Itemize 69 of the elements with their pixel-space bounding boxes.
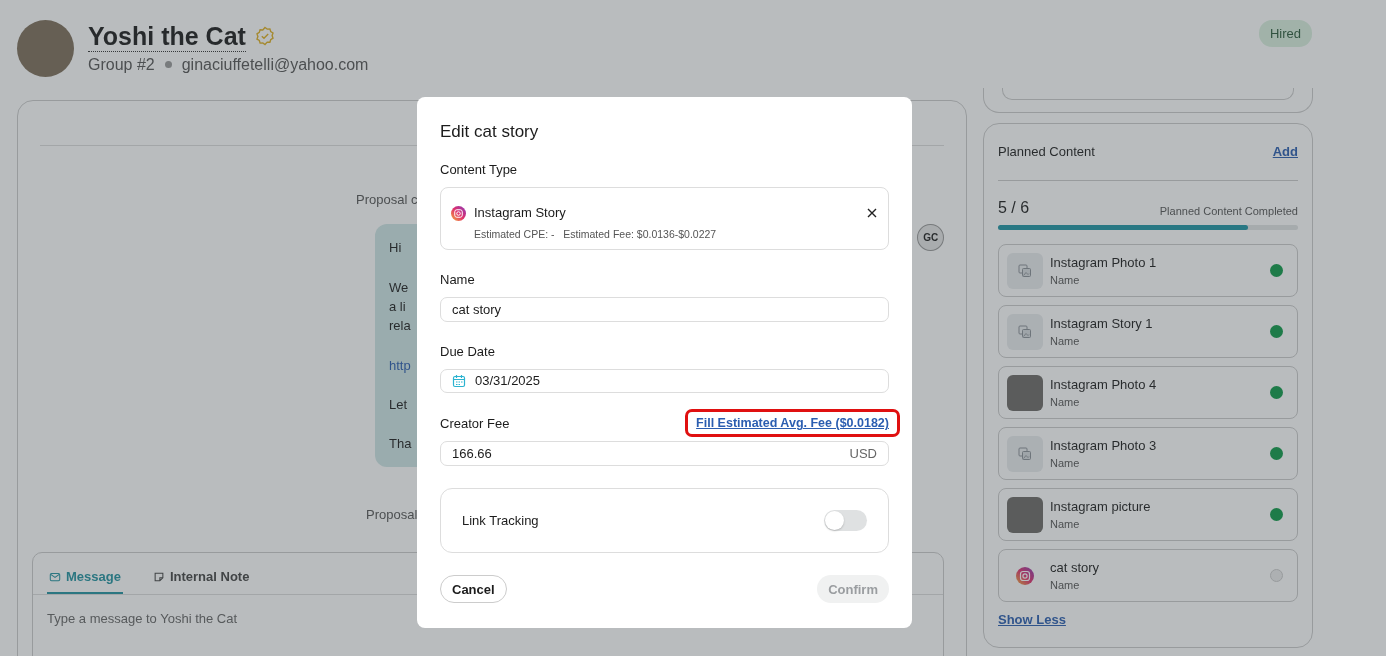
- item-title: cat story: [1050, 560, 1101, 575]
- due-date-value: 03/31/2025: [475, 373, 541, 389]
- field-label: Name: [440, 271, 476, 287]
- fill-fee-link[interactable]: Fill Estimated Avg. Fee ($0.0182): [685, 409, 900, 438]
- item-subtitle: Name: [1050, 335, 1081, 347]
- image-placeholder-icon: [1007, 252, 1043, 289]
- item-subtitle: Name: [1050, 579, 1081, 591]
- envelope-icon: [49, 570, 61, 583]
- item-title: Instagram Story 1: [1050, 316, 1154, 331]
- card-title: Planned Content: [998, 144, 1095, 159]
- instagram-icon: [451, 206, 466, 221]
- completed-count: 5 / 6: [998, 199, 1030, 217]
- item-subtitle: Name: [1050, 457, 1081, 469]
- item-title: Instagram Photo 1: [1050, 255, 1158, 270]
- item-subtitle: Name: [1050, 396, 1081, 408]
- add-link[interactable]: Add: [1272, 144, 1298, 159]
- field-label: Creator Fee: [440, 415, 510, 431]
- message-line: a li: [389, 298, 406, 316]
- sender-avatar: GC: [917, 224, 944, 251]
- status-badge: Hired: [1258, 20, 1312, 47]
- message-line: Let: [389, 396, 408, 414]
- content-item[interactable]: cat story Name: [998, 549, 1298, 602]
- message-line: Tha: [389, 435, 412, 453]
- item-title: Instagram Photo 3: [1050, 438, 1158, 453]
- email-text: ginaciuffetelli@yahoo.com: [181, 55, 369, 74]
- progress-caption: Planned Content Completed: [1159, 205, 1298, 217]
- message-line: We: [389, 279, 409, 297]
- content-type-field[interactable]: Instagram Story Estimated CPE: - Estimated Fee: $0.0136-$0.0227: [440, 187, 889, 250]
- show-less-link[interactable]: Show Less: [998, 612, 1066, 627]
- message-line: http: [389, 357, 411, 375]
- message-line: Hi: [389, 239, 402, 257]
- content-item[interactable]: Instagram Photo 1 Name: [998, 244, 1298, 297]
- creator-fee-field[interactable]: 166.66 USD: [440, 441, 889, 466]
- field-label: Content Type: [440, 162, 519, 177]
- name-input[interactable]: cat story: [440, 296, 889, 322]
- composer-tab[interactable]: Internal Note: [150, 553, 252, 594]
- content-type-name: Instagram Story: [474, 205, 567, 220]
- profile-name[interactable]: Yoshi the Cat: [88, 20, 246, 52]
- image-placeholder-icon: [1007, 313, 1043, 350]
- currency-label: USD: [849, 446, 877, 462]
- content-item[interactable]: Instagram Photo 4 Name: [998, 366, 1298, 419]
- content-item[interactable]: Instagram Photo 3 Name: [998, 427, 1298, 480]
- item-title: Instagram picture: [1050, 499, 1152, 514]
- item-subtitle: Name: [1050, 274, 1081, 286]
- message-line: rela: [389, 317, 411, 335]
- close-icon[interactable]: [866, 207, 878, 219]
- proposal-event-text: Proposal c: [356, 192, 418, 207]
- link-tracking-label: Link Tracking: [462, 513, 539, 528]
- item-title: Instagram Photo 4: [1050, 377, 1158, 392]
- field-label: Due Date: [440, 343, 496, 359]
- photo-placeholder: [1007, 496, 1043, 533]
- content-item[interactable]: Instagram picture Name: [998, 488, 1298, 541]
- avatar-photo-placeholder: [17, 20, 74, 77]
- note-icon: [152, 570, 165, 583]
- proposal-event-text: Proposal: [366, 507, 418, 522]
- content-item[interactable]: Instagram Story 1 Name: [998, 305, 1298, 358]
- toggle-switch[interactable]: [824, 510, 867, 531]
- due-date-field[interactable]: 03/31/2025: [440, 368, 889, 394]
- cancel-button[interactable]: Cancel: [440, 575, 507, 603]
- item-subtitle: Name: [1050, 518, 1081, 530]
- calendar-icon: [452, 373, 466, 388]
- instagram-icon: [1016, 566, 1034, 585]
- dialog-title: Edit cat story: [440, 122, 540, 142]
- fee-value: 166.66: [452, 446, 492, 462]
- photo-placeholder: [1007, 374, 1043, 411]
- group-label: Group #2: [88, 55, 155, 74]
- image-placeholder-icon: [1007, 435, 1043, 472]
- separator-dot: [164, 61, 172, 68]
- estimate-text: Estimated CPE: - Estimated Fee: $0.0136-$0.0227: [474, 228, 718, 240]
